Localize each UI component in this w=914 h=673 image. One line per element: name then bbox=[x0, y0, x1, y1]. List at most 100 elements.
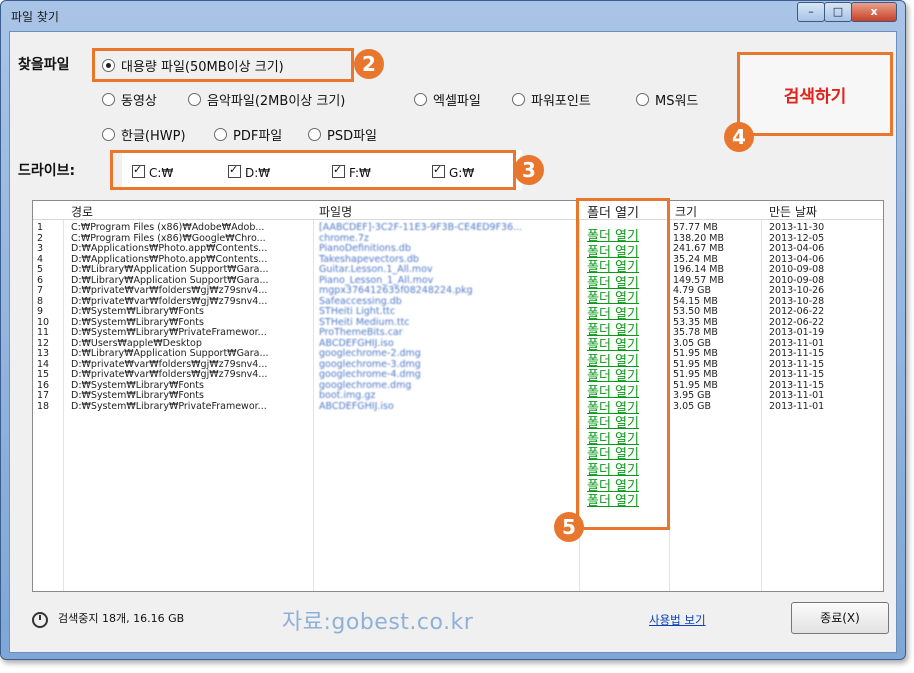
row-number: 9 bbox=[37, 306, 44, 317]
results-list[interactable]: 경로 파일명 폴더 열기 크기 만든 날짜 1 C:₩Program Files … bbox=[32, 200, 884, 592]
radio-dot-icon bbox=[308, 128, 321, 141]
row-filename: [AABCDEF]-3C2F-11E3-9F3B-CE4ED9F36... bbox=[319, 222, 523, 233]
row-date: 2013-10-26 bbox=[769, 285, 825, 296]
table-row[interactable]: 2 C:₩Program Files (x86)₩Google₩Chro... ch… bbox=[33, 232, 883, 244]
table-row[interactable]: 13 D:₩Library₩Application Support₩Gara...… bbox=[33, 349, 883, 359]
drive-checkbox-d[interactable]: D:₩ bbox=[228, 163, 270, 180]
radio-dot-icon bbox=[188, 93, 201, 106]
table-row[interactable]: 15 D:₩private₩var₩folders₩gj₩z79snv4... go… bbox=[33, 370, 883, 380]
row-path: C:₩Program Files (x86)₩Google₩Chro... bbox=[71, 232, 266, 244]
table-row[interactable]: 11 D:₩System₩Library₩PrivateFramewor... Pr… bbox=[33, 328, 883, 338]
row-path: D:₩System₩Library₩PrivateFramewor... bbox=[71, 327, 267, 338]
status-text: 검색중지 18개, 16.16 GB bbox=[58, 612, 185, 625]
maximize-button[interactable]: □ bbox=[824, 2, 852, 22]
row-size: 35.78 MB bbox=[673, 327, 718, 338]
search-button-label: 검색하기 bbox=[783, 87, 847, 107]
radio-msword[interactable]: MS워드 bbox=[636, 90, 698, 109]
row-number: 16 bbox=[37, 379, 50, 391]
table-row[interactable]: 6 D:₩Library₩Application Support₩Gara... P… bbox=[33, 274, 883, 286]
checkbox-checked-icon bbox=[332, 163, 345, 178]
search-button[interactable]: 검색하기 bbox=[737, 52, 893, 136]
column-header-filename[interactable]: 파일명 bbox=[319, 203, 352, 220]
radio-psd[interactable]: PSD파일 bbox=[308, 125, 377, 144]
radio-dot-icon bbox=[214, 128, 227, 141]
table-row[interactable]: 7 D:₩private₩var₩folders₩gj₩z79snv4... mgp… bbox=[33, 286, 883, 296]
row-date: 2013-11-30 bbox=[769, 222, 825, 233]
checkbox-checked-icon bbox=[132, 163, 145, 178]
radio-hwp[interactable]: 한글(HWP) bbox=[102, 125, 186, 144]
drive-label: 드라이브: bbox=[18, 163, 76, 179]
row-size: 51.95 MB bbox=[673, 358, 718, 370]
radio-dot-icon bbox=[414, 93, 427, 106]
row-number: 7 bbox=[37, 285, 44, 296]
row-size: 4.79 GB bbox=[673, 285, 712, 296]
drive-checkbox-f[interactable]: F:₩ bbox=[332, 163, 371, 180]
callout-2: 2 bbox=[354, 49, 384, 79]
row-size: 138.20 MB bbox=[673, 232, 724, 244]
column-header-path[interactable]: 경로 bbox=[71, 203, 93, 220]
table-row[interactable]: 5 D:₩Library₩Application Support₩Gara... G… bbox=[33, 265, 883, 275]
row-path: D:₩System₩Library₩Fonts bbox=[71, 379, 204, 391]
radio-video[interactable]: 동영상 bbox=[102, 90, 157, 109]
table-row[interactable]: 8 D:₩private₩var₩folders₩gj₩z79snv4... Saf… bbox=[33, 295, 883, 307]
table-row[interactable]: 3 D:₩Applications₩Photo.app₩Contents... Pi… bbox=[33, 244, 883, 254]
checkbox-checked-icon bbox=[228, 163, 241, 178]
column-header-date[interactable]: 만든 날짜 bbox=[769, 203, 817, 220]
row-date: 2013-01-19 bbox=[769, 327, 825, 338]
radio-dot-icon bbox=[512, 93, 525, 106]
column-header-size[interactable]: 크기 bbox=[675, 203, 697, 220]
row-date: 2010-09-08 bbox=[769, 264, 825, 275]
table-row[interactable]: 10 D:₩System₩Library₩Fonts STHeiti Medium.… bbox=[33, 317, 883, 328]
radio-pdf[interactable]: PDF파일 bbox=[214, 125, 282, 144]
row-number: 17 bbox=[37, 390, 50, 401]
row-number: 5 bbox=[37, 264, 44, 275]
row-path: D:₩Users₩apple₩Desktop bbox=[71, 337, 202, 349]
row-date: 2013-12-05 bbox=[769, 232, 825, 244]
table-row[interactable]: 16 D:₩System₩Library₩Fonts googlechrome.dm… bbox=[33, 379, 883, 391]
row-number: 8 bbox=[37, 295, 44, 307]
title-bar[interactable]: 파일 찾기 – □ x bbox=[1, 1, 905, 31]
row-size: 51.95 MB bbox=[673, 379, 718, 391]
row-number: 6 bbox=[37, 274, 44, 286]
radio-large-file[interactable]: 대용량 파일(50MB이상 크기) bbox=[102, 56, 284, 75]
row-filename: STHeiti Light.ttc bbox=[319, 306, 396, 317]
row-path: C:₩Program Files (x86)₩Adobe₩Adob... bbox=[71, 222, 265, 233]
exit-button[interactable]: 종료(X) bbox=[791, 602, 889, 634]
drive-checkbox-g[interactable]: G:₩ bbox=[432, 163, 474, 180]
row-filename: googlechrome-2.dmg bbox=[319, 348, 421, 359]
row-number: 15 bbox=[37, 369, 50, 380]
source-watermark: 자료:gobest.co.kr bbox=[282, 610, 474, 635]
row-number: 11 bbox=[37, 327, 50, 338]
table-row[interactable]: 1 C:₩Program Files (x86)₩Adobe₩Adob... [AA… bbox=[33, 223, 883, 233]
table-row[interactable]: 9 D:₩System₩Library₩Fonts STHeiti Light.tt… bbox=[33, 307, 883, 317]
table-row[interactable]: 4 D:₩Applications₩Photo.app₩Contents... Ta… bbox=[33, 253, 883, 265]
row-number: 12 bbox=[37, 337, 50, 349]
usage-link[interactable]: 사용법 보기 bbox=[649, 612, 706, 628]
table-header: 경로 파일명 폴더 열기 크기 만든 날짜 bbox=[33, 201, 883, 221]
radio-dot-selected-icon bbox=[102, 59, 115, 72]
row-size: 3.05 GB bbox=[673, 337, 712, 349]
row-size: 51.95 MB bbox=[673, 348, 718, 359]
table-row[interactable]: 17 D:₩System₩Library₩Fonts boot.img.gz 3.95… bbox=[33, 391, 883, 401]
row-date: 2013-04-06 bbox=[769, 253, 825, 265]
table-row[interactable]: 14 D:₩private₩var₩folders₩gj₩z79snv4... go… bbox=[33, 358, 883, 370]
radio-music[interactable]: 음악파일(2MB이상 크기) bbox=[188, 90, 345, 109]
radio-excel[interactable]: 엑셀파일 bbox=[414, 90, 481, 109]
table-row[interactable]: 12 D:₩Users₩apple₩Desktop ABCDEFGHIJ.iso 3.… bbox=[33, 337, 883, 349]
row-path: D:₩Library₩Application Support₩Gara... bbox=[71, 274, 269, 286]
radio-dot-icon bbox=[102, 93, 115, 106]
row-filename: googlechrome.dmg bbox=[319, 379, 412, 391]
row-path: D:₩System₩Library₩Fonts bbox=[71, 390, 204, 401]
row-date: 2013-10-28 bbox=[769, 295, 825, 307]
minimize-button[interactable]: – bbox=[797, 2, 825, 22]
row-path: D:₩private₩var₩folders₩gj₩z79snv4... bbox=[71, 295, 268, 307]
drive-checkbox-c[interactable]: C:₩ bbox=[132, 163, 173, 180]
table-row[interactable]: 18 D:₩System₩Library₩PrivateFramewor... AB… bbox=[33, 400, 883, 412]
close-button[interactable]: x bbox=[851, 2, 897, 22]
row-filename: ABCDEFGHIJ.iso bbox=[319, 400, 394, 412]
clock-icon bbox=[32, 612, 48, 628]
row-filename: boot.img.gz bbox=[319, 390, 376, 401]
radio-dot-icon bbox=[636, 93, 649, 106]
radio-dot-icon bbox=[102, 128, 115, 141]
radio-powerpoint[interactable]: 파워포인트 bbox=[512, 90, 591, 109]
